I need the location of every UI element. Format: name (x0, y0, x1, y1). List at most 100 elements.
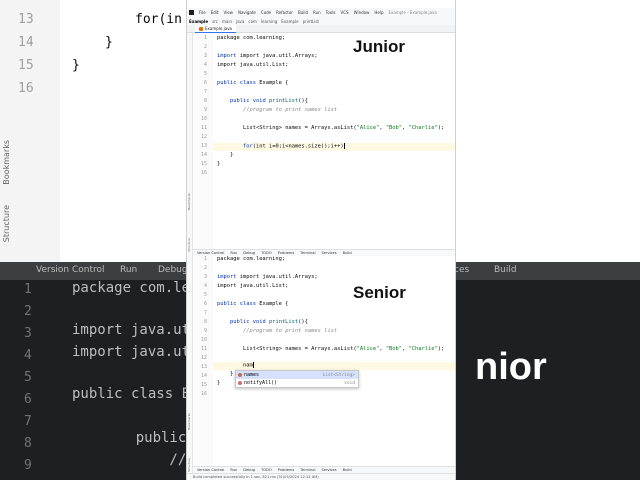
line-number: 2 (203, 44, 207, 50)
build-button[interactable]: Build (343, 251, 352, 255)
completion-name: names (244, 372, 260, 378)
line-number: 16 (200, 170, 207, 176)
code-text: (int i=0;i<names.size();i++) (252, 143, 344, 150)
bookmarks-tool-button[interactable]: Bookmarks (187, 193, 191, 210)
code-line: for(int i=0;i<names.size();i++) (243, 143, 345, 150)
completion-item-names[interactable]: names List<String> (236, 371, 358, 379)
menu-item-refactor[interactable]: Refactor (276, 10, 293, 15)
breadcrumb-item[interactable]: main (222, 19, 232, 24)
background-big-text: nior (475, 346, 547, 388)
senior-editor[interactable]: 1 2 3 4 5 6 7 8 9 10 11 12 13 14 15 16 p… (193, 256, 455, 464)
code-line: import import java.util.Arrays; (217, 53, 318, 59)
code-text: ); (437, 125, 445, 131)
breadcrumb-item[interactable]: Example (281, 19, 298, 24)
code-line: } (230, 152, 234, 158)
todo-button[interactable]: TODO (261, 468, 272, 472)
background-bookmarks-label: Bookmarks (2, 140, 11, 185)
status-text: Build completed successfully in 1 sec, 8… (193, 475, 319, 479)
version-control-button[interactable]: Version Control (197, 468, 224, 472)
code-text: import java.util.Arrays; (239, 274, 318, 280)
menu-item-vcs[interactable]: VCS (341, 10, 349, 15)
background-line-number: 14 (18, 35, 34, 50)
menu-item-view[interactable]: View (223, 10, 233, 15)
line-number: 7 (203, 89, 207, 95)
breadcrumb-item[interactable]: learning (261, 19, 277, 24)
problems-button[interactable]: Problems (278, 468, 295, 472)
ide-logo-icon (189, 10, 194, 15)
line-number: 15 (200, 161, 207, 167)
code-text: (){ (298, 98, 308, 104)
breadcrumb-item[interactable]: Example (189, 19, 208, 24)
background-structure-label: Structure (2, 205, 11, 243)
menu-item-navigate[interactable]: Navigate (238, 10, 256, 15)
menu-item-help[interactable]: Help (374, 10, 383, 15)
line-number: 5 (203, 71, 207, 77)
line-number: 11 (200, 346, 207, 352)
line-number: 13 (200, 364, 207, 370)
services-button[interactable]: Services (321, 251, 336, 255)
version-control-button[interactable]: Version Control (197, 251, 224, 255)
tab-example-java[interactable]: Example.java (195, 25, 237, 33)
text-caret (343, 143, 345, 149)
code-line: nam (243, 362, 254, 369)
line-number: 5 (203, 292, 207, 298)
menu-item-edit[interactable]: Edit (211, 10, 219, 15)
menu-item-run[interactable]: Run (313, 10, 321, 15)
breadcrumb-item[interactable]: com (248, 19, 257, 24)
line-number: 1 (203, 256, 207, 262)
menu-item-code[interactable]: Code (261, 10, 271, 15)
bookmarks-tool-button[interactable]: Bookmarks (187, 413, 191, 430)
terminal-button[interactable]: Terminal (300, 468, 315, 472)
debug-button[interactable]: Debug (243, 468, 255, 472)
problems-button[interactable]: Problems (278, 251, 295, 255)
menu-item-build[interactable]: Build (298, 10, 308, 15)
code-line: import java.util.List; (217, 62, 289, 68)
line-number: 6 (203, 301, 207, 307)
line-number: 10 (200, 337, 207, 343)
background-line-number: 5 (24, 370, 32, 385)
menu-item-window[interactable]: Window (354, 10, 370, 15)
build-button[interactable]: Build (343, 468, 352, 472)
structure-tool-button[interactable]: Structure (187, 458, 191, 472)
window-title: Example - Example.java (388, 10, 437, 15)
terminal-button[interactable]: Terminal (300, 251, 315, 255)
breadcrumb-item[interactable]: printList (303, 19, 319, 24)
background-line-number: 16 (18, 81, 34, 96)
line-number: 14 (200, 373, 207, 379)
structure-tool-button[interactable]: Structure (187, 238, 191, 252)
line-number: 15 (200, 382, 207, 388)
completion-item-notifyall[interactable]: notifyAll() void (236, 379, 358, 387)
background-code-line: for(in (135, 12, 182, 27)
services-button[interactable]: Services (321, 468, 336, 472)
keyword: import (217, 274, 240, 280)
todo-button[interactable]: TODO (261, 251, 272, 255)
breadcrumb-item[interactable]: java (236, 19, 244, 24)
run-button[interactable]: Run (230, 468, 237, 472)
background-line-number: 9 (24, 458, 32, 473)
code-line: import java.util.List; (217, 283, 289, 289)
code-text: Example { (259, 301, 289, 307)
code-line: public class Example { (217, 80, 288, 86)
code-line: public void printList(){ (230, 319, 308, 325)
line-number: 7 (203, 310, 207, 316)
tool-window-bar: Version Control Run Debug TODO Problems … (193, 249, 455, 256)
background-line-number: 6 (24, 392, 32, 407)
line-number: 12 (200, 134, 207, 140)
code-text: import java.util.Arrays; (239, 53, 318, 59)
background-line-number: 3 (24, 326, 32, 341)
breadcrumb-item[interactable]: src (212, 19, 218, 24)
line-number: 14 (200, 152, 207, 158)
menu-item-tools[interactable]: Tools (326, 10, 336, 15)
junior-editor[interactable]: 1 2 3 4 5 6 7 8 9 10 11 12 13 14 15 16 p… (193, 33, 455, 249)
tab-label: Example.java (205, 26, 233, 31)
menu-item-file[interactable]: File (199, 10, 206, 15)
completion-type: void (344, 380, 355, 386)
debug-button[interactable]: Debug (243, 251, 255, 255)
background-line-number: 1 (24, 282, 32, 297)
code-text: nam (243, 362, 253, 369)
run-button[interactable]: Run (230, 251, 237, 255)
field-icon (238, 373, 242, 377)
line-number: 3 (203, 274, 207, 280)
code-line: } (217, 380, 221, 386)
keyword: public class (217, 301, 260, 307)
